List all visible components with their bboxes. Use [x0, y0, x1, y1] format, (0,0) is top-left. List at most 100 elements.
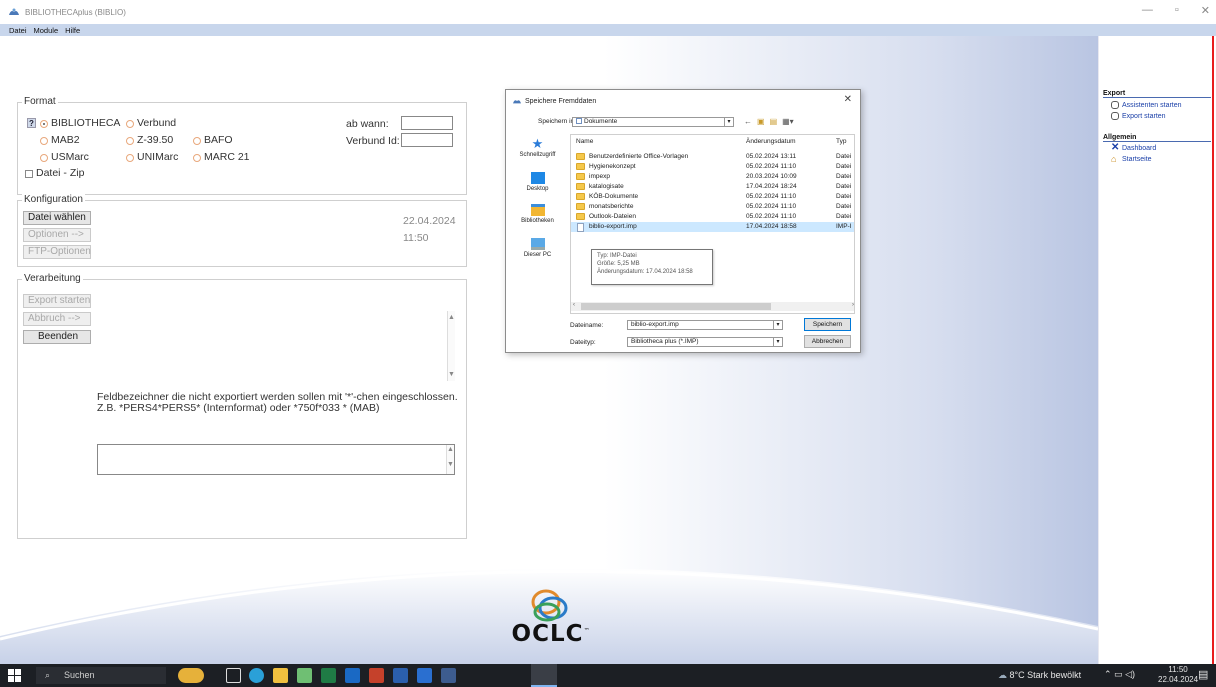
oclc-logo-text: OCLC™ [511, 621, 591, 647]
speichern-in-combo[interactable]: Dokumente ▾ [572, 117, 734, 127]
tools-x-icon[interactable] [417, 668, 432, 683]
menu-module[interactable]: Module [34, 26, 59, 35]
column-type[interactable]: Typ [836, 138, 846, 145]
word-icon[interactable] [393, 668, 408, 683]
beenden-button[interactable]: Beenden [23, 330, 91, 344]
radio-mab2-label: MAB2 [51, 134, 80, 146]
notepad-icon[interactable] [297, 668, 312, 683]
powerpoint-icon[interactable] [369, 668, 384, 683]
folder-icon [576, 153, 585, 160]
optionen-button[interactable]: Optionen --> [23, 228, 91, 242]
column-name[interactable]: Name [576, 138, 593, 145]
exclude-fields-textarea[interactable] [97, 444, 455, 475]
file-list-row[interactable]: impexp 20.03.2024 10:09 Datei [571, 172, 854, 182]
volume-icon: ◁) [1125, 669, 1136, 679]
file-list-row[interactable]: katalogisate 17.04.2024 18:24 Datei [571, 182, 854, 192]
file-list[interactable]: Name Änderungsdatum Typ Benutzerdefinier… [570, 134, 855, 314]
weather-status[interactable]: ☁ 8°C Stark bewölkt [998, 670, 1081, 681]
file-tooltip: Typ: IMP-Datei Größe: 5,25 MB Änderungsd… [591, 249, 713, 285]
export-starten-button[interactable]: Export starten [23, 294, 91, 308]
search-icon: ⌕ [45, 670, 51, 680]
help-button[interactable]: ? [27, 118, 36, 128]
x-tools-icon: ✕ [1111, 142, 1120, 153]
maximize-button[interactable]: ▫ [1175, 4, 1179, 17]
taskbar-search[interactable]: ⌕ Suchen [36, 667, 166, 684]
window-title: BIBLIOTHECAplus (BIBLIO) [25, 7, 126, 17]
dateityp-select[interactable]: Bibliotheca plus (*.IMP) ▾ [627, 337, 783, 347]
file-name: Hygienekonzept [589, 163, 636, 170]
view-menu-icon[interactable]: ▦▾ [782, 117, 794, 126]
window-controls: — ▫ ✕ [1142, 4, 1210, 17]
chevron-down-icon: ▾ [773, 320, 782, 330]
radio-bafo[interactable] [193, 137, 201, 145]
assistenten-starten-link[interactable]: Assistenten starten [1111, 101, 1182, 109]
outlook-icon[interactable] [345, 668, 360, 683]
place-schnellzugriff[interactable]: ★ Schnellzugriff [511, 137, 564, 158]
verarbeitung-group-title: Verarbeitung [22, 273, 83, 284]
excel-icon[interactable] [321, 668, 336, 683]
radio-verbund[interactable] [126, 120, 134, 128]
weather-widget-icon[interactable] [178, 668, 204, 683]
zip-checkbox[interactable] [25, 170, 33, 178]
file-list-row[interactable]: biblio-export.imp 17.04.2024 18:58 IMP-I [571, 222, 854, 232]
task-view-icon[interactable] [226, 668, 241, 683]
file-name: Benutzerdefinierte Office-Vorlagen [589, 153, 689, 160]
radio-unimarc[interactable] [126, 154, 134, 162]
menu-hilfe[interactable]: Hilfe [65, 26, 80, 35]
back-arrow-icon[interactable]: ← [744, 117, 752, 126]
radio-mab2[interactable] [40, 137, 48, 145]
windows-start-icon[interactable] [8, 669, 21, 682]
tray-icons[interactable]: ⌃ ▭ ◁) [1104, 669, 1135, 680]
ab-wann-label: ab wann: [346, 118, 389, 130]
startseite-link[interactable]: ⌂ Startseite [1111, 155, 1152, 164]
bibliotheca-active-icon[interactable] [531, 664, 557, 687]
dashboard-link[interactable]: ✕ Dashboard [1111, 142, 1156, 153]
up-folder-icon[interactable]: ▣ [757, 117, 765, 126]
place-bibliotheken[interactable]: Bibliotheken [511, 204, 564, 224]
column-date[interactable]: Änderungsdatum [746, 138, 796, 145]
radio-usmarc[interactable] [40, 154, 48, 162]
edge-browser-icon[interactable] [249, 668, 264, 683]
taskbar: ⌕ Suchen ☁ 8°C Stark bewölkt ⌃ ▭ ◁) 11:5… [0, 664, 1216, 687]
bibliotheca-taskbar-icon[interactable] [441, 668, 456, 683]
menu-bar: Datei Module Hilfe [0, 24, 1216, 36]
file-list-row[interactable]: Hygienekonzept 05.02.2024 11:10 Datei [571, 162, 854, 172]
abbruch-button[interactable]: Abbruch --> [23, 312, 91, 326]
file-list-hscrollbar[interactable]: ‹ › [571, 302, 854, 311]
close-window-button[interactable]: ✕ [1201, 4, 1210, 17]
config-time: 11:50 [403, 232, 429, 244]
abbrechen-button[interactable]: Abbrechen [804, 335, 851, 348]
new-folder-icon[interactable]: ▤ [770, 117, 778, 126]
konfiguration-group-title: Konfiguration [22, 194, 85, 205]
file-list-row[interactable]: Outlook-Dateien 05.02.2024 11:10 Datei [571, 212, 854, 222]
export-starten-link[interactable]: Export starten [1111, 112, 1166, 120]
radio-bibliotheca[interactable] [40, 120, 48, 128]
clock[interactable]: 11:50 22.04.2024 [1158, 665, 1198, 685]
radio-marc21[interactable] [193, 154, 201, 162]
minimize-button[interactable]: — [1142, 4, 1153, 17]
file-list-row[interactable]: monatsberichte 05.02.2024 11:10 Datei [571, 202, 854, 212]
file-date: 17.04.2024 18:58 [746, 223, 797, 230]
datei-waehlen-button[interactable]: Datei wählen [23, 211, 91, 225]
file-type: Datei [836, 173, 852, 180]
file-list-row[interactable]: Benutzerdefinierte Office-Vorlagen 05.02.… [571, 152, 854, 162]
dateiname-input[interactable]: biblio-export.imp ▾ [627, 320, 783, 330]
ab-wann-input[interactable] [401, 116, 453, 130]
folder-icon [576, 213, 585, 220]
bibliotheca-app-icon [9, 8, 19, 15]
verbund-id-input[interactable] [401, 133, 453, 147]
textarea-scrollbar[interactable]: ▲ ▼ [446, 445, 454, 474]
ftp-optionen-button[interactable]: FTP-Optionen [23, 245, 91, 259]
folder-icon [576, 183, 585, 190]
place-desktop[interactable]: Desktop [511, 172, 564, 192]
file-list-row[interactable]: KÖB-Dokumente 05.02.2024 11:10 Datei [571, 192, 854, 202]
radio-z3950[interactable] [126, 137, 134, 145]
place-dieser-pc[interactable]: Dieser PC [511, 238, 564, 258]
speichern-button[interactable]: Speichern [804, 318, 851, 331]
log-scrollbar[interactable]: ▲ ▼ [447, 311, 455, 381]
file-explorer-icon[interactable] [273, 668, 288, 683]
notification-icon[interactable]: ▤ [1198, 668, 1208, 681]
speichern-in-label: Speichern in: [538, 118, 576, 125]
dialog-close-button[interactable]: ✕ [844, 94, 852, 105]
menu-datei[interactable]: Datei [9, 26, 27, 35]
